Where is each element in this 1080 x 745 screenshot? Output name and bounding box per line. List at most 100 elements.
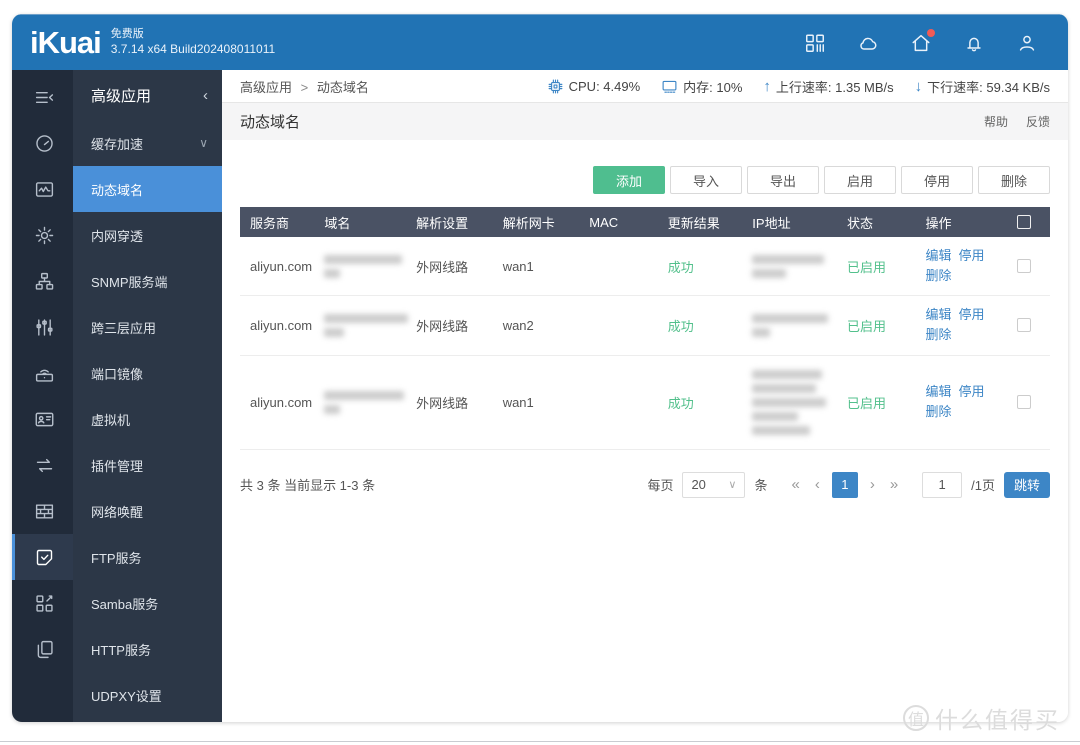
redacted-text (752, 369, 823, 379)
sidebar-item-网络唤醒[interactable]: 网络唤醒 (73, 488, 222, 534)
first-page-button[interactable]: « (788, 476, 802, 493)
sidebar-item-动态域名[interactable]: 动态域名 (73, 166, 222, 212)
pagination: 每页 20 ∨ 条 « ‹ 1 › » 1 /1页 跳转 (647, 471, 1050, 498)
user-icon[interactable] (1016, 32, 1038, 54)
redacted-text (752, 383, 817, 393)
bell-icon[interactable] (963, 32, 985, 54)
sidebar-item-label: SNMP服务端 (91, 274, 168, 290)
添加-button[interactable]: 添加 (593, 166, 665, 194)
删除-link[interactable]: 删除 (925, 402, 951, 422)
rail-item-copy-pages[interactable] (12, 626, 73, 672)
breadcrumb: 高级应用 > 动态域名 (240, 77, 369, 96)
feedback-link[interactable]: 反馈 (1026, 113, 1050, 130)
jump-button[interactable]: 跳转 (1004, 471, 1050, 498)
sidebar-item-虚拟机[interactable]: 虚拟机 (73, 396, 222, 442)
row-checkbox[interactable] (1017, 395, 1032, 410)
per-page-unit: 条 (754, 478, 768, 494)
column-header-MAC: MAC (581, 207, 660, 237)
rail-item-gauge[interactable] (12, 120, 73, 166)
rail-item-topology[interactable] (12, 258, 73, 304)
next-page-button[interactable]: › (867, 476, 878, 493)
breadcrumb-parent[interactable]: 高级应用 (240, 80, 292, 95)
stat-arrow-up: ↑ 上行速率: 1.35 MB/s (763, 77, 893, 96)
help-link[interactable]: 帮助 (984, 113, 1008, 130)
rail-item-sliders[interactable] (12, 304, 73, 350)
select-all-checkbox[interactable] (1017, 215, 1032, 229)
breadcrumb-separator: > (300, 79, 309, 95)
导入-button[interactable]: 导入 (670, 166, 742, 194)
main-area: 高级应用 ‹ 缓存加速 ∨ 动态域名内网穿透 SNMP服务端跨三层应用 端口镜像 虚拟机插… (12, 70, 1068, 722)
编辑-link[interactable]: 编辑 (925, 305, 951, 325)
build-label: 3.7.14 x64 Build202408011011 (110, 41, 276, 56)
导出-button[interactable]: 导出 (747, 166, 819, 194)
redacted-text (752, 411, 799, 421)
sidebar-item-跨三层应用[interactable]: 跨三层应用 (73, 304, 222, 350)
停用-link[interactable]: 停用 (958, 305, 984, 325)
删除-button[interactable]: 删除 (978, 166, 1050, 194)
prev-page-button[interactable]: ‹ (812, 476, 823, 493)
row-checkbox[interactable] (1017, 318, 1032, 333)
sidebar-item-内网穿透[interactable]: 内网穿透 (73, 212, 222, 258)
page-title-bar: 动态域名 帮助 反馈 (222, 103, 1068, 140)
启用-button[interactable]: 启用 (824, 166, 896, 194)
cloud-icon[interactable] (857, 32, 879, 54)
icon-rail (12, 70, 73, 722)
rail-item-monitor-chart[interactable] (12, 166, 73, 212)
sidebar-item-UDPXY设置[interactable]: UDPXY设置 (73, 672, 222, 718)
ikuai-logo: iKuai (30, 25, 102, 60)
current-page-button[interactable]: 1 (831, 471, 858, 498)
cell-ip-address (744, 237, 840, 297)
rail-item-idcard[interactable] (12, 396, 73, 442)
sidebar-item-Samba服务[interactable]: Samba服务 (73, 580, 222, 626)
sidebar-item-缓存加速[interactable]: 缓存加速 ∨ (73, 120, 222, 166)
rail-item-firewall[interactable] (12, 488, 73, 534)
sidebar-header-label: 高级应用 (91, 87, 152, 105)
apps-grid-icon[interactable] (804, 32, 826, 54)
row-checkbox[interactable] (1017, 259, 1032, 274)
停用-button[interactable]: 停用 (901, 166, 973, 194)
monitor-chart-icon (35, 181, 53, 197)
action-toolbar: 添加 导入 导出 启用 停用 删除 (240, 166, 1050, 194)
cloud-icon (860, 37, 877, 50)
停用-link[interactable]: 停用 (958, 246, 984, 266)
page-body: 添加 导入 导出 启用 停用 删除 服务商 域名 解析设置 解析网卡 MAC 更新结果 IP地址 状态操… (222, 140, 1068, 722)
home-icon[interactable] (910, 28, 935, 54)
page-jump-input[interactable]: 1 (922, 471, 963, 498)
per-page-value: 20 (691, 477, 706, 493)
redacted-text (324, 268, 341, 278)
sidebar-item-FTP服务[interactable]: FTP服务 (73, 534, 222, 580)
redacted-text (752, 397, 827, 407)
sidebar-item-插件管理[interactable]: 插件管理 (73, 442, 222, 488)
rail-item-note-check[interactable] (12, 534, 73, 580)
sidebar-item-HTTP服务[interactable]: HTTP服务 (73, 626, 222, 672)
page-total-label: /1页 (971, 478, 995, 494)
column-header-IP地址: IP地址 (744, 207, 840, 237)
sidebar-item-label: 动态域名 (91, 182, 144, 198)
sidebar-header-advanced-apps[interactable]: 高级应用 ‹ (73, 70, 222, 120)
table-row: aliyun.com 外网线路 wan1 成功 已启用 编辑 停用删除 (240, 355, 1050, 450)
redacted-text (752, 425, 811, 435)
cell-update-result: 成功 (659, 355, 745, 450)
停用-link[interactable]: 停用 (958, 382, 984, 402)
cell-mac (581, 295, 660, 356)
cpu-icon (548, 79, 563, 93)
rail-item-gear[interactable] (12, 212, 73, 258)
rail-item-plugin-grid[interactable] (12, 580, 73, 626)
删除-link[interactable]: 删除 (925, 325, 951, 345)
rail-item-wireless[interactable] (12, 350, 73, 396)
删除-link[interactable]: 删除 (925, 266, 951, 286)
per-page-select[interactable]: 20 ∨ (682, 471, 746, 498)
top-bar: iKuai 免费版 3.7.14 x64 Build202408011011 (12, 14, 1068, 70)
编辑-link[interactable]: 编辑 (925, 246, 951, 266)
table-header-row: 服务商 域名 解析设置 解析网卡 MAC 更新结果 IP地址 状态 操作 (240, 207, 1050, 237)
sidebar-item-端口镜像[interactable]: 端口镜像 (73, 350, 222, 396)
rail-item-menu-collapse[interactable] (12, 74, 73, 120)
last-page-button[interactable]: » (887, 476, 901, 493)
arrow-down-icon: ↓ (914, 77, 923, 95)
编辑-link[interactable]: 编辑 (925, 382, 951, 402)
wireless-icon (35, 369, 53, 382)
sidebar-item-SNMP服务端[interactable]: SNMP服务端 (73, 258, 222, 304)
redacted-text (752, 254, 825, 264)
redacted-text (752, 313, 829, 323)
rail-item-swap-arrows[interactable] (12, 442, 73, 488)
